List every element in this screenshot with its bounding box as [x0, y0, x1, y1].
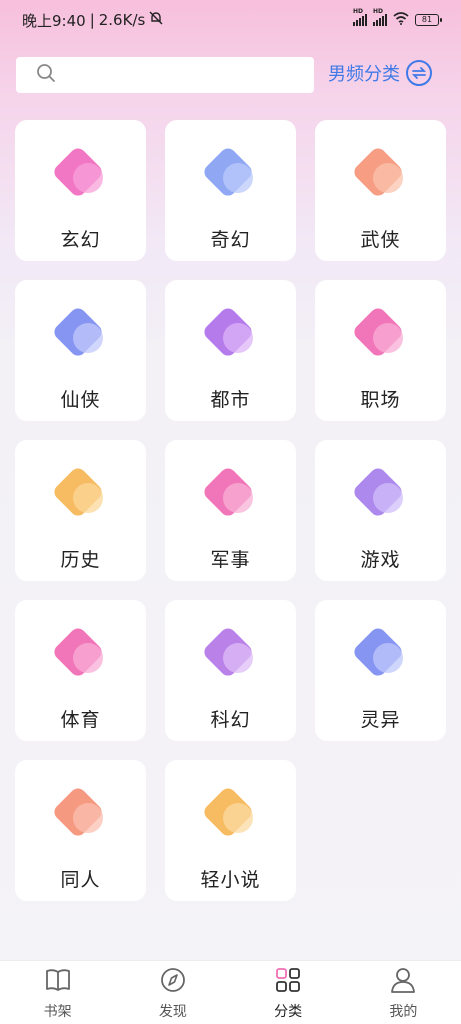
network-speed: 2.6K/s	[98, 11, 146, 29]
light-novel-icon	[200, 785, 261, 845]
category-card-youxi[interactable]: 游戏	[315, 440, 446, 581]
bottom-tab-bar: 书架 发现 分类 我的	[0, 960, 461, 1024]
battery-icon: 81	[415, 14, 442, 26]
category-card-tongren[interactable]: 同人	[15, 760, 146, 901]
tab-discover[interactable]: 发现	[115, 961, 230, 1024]
status-bar: 晚上9:40 | 2.6K/s HD HD 81	[0, 0, 461, 40]
tab-category[interactable]: 分类	[231, 961, 346, 1024]
category-label: 科幻	[210, 709, 251, 731]
category-card-wuxia[interactable]: 武侠	[315, 120, 446, 261]
category-card-dushi[interactable]: 都市	[165, 280, 296, 421]
sports-icon	[50, 625, 111, 685]
tab-label: 书架	[43, 1004, 72, 1020]
tab-label: 发现	[158, 1004, 187, 1020]
workplace-icon	[350, 305, 411, 365]
scifi-planet-icon	[200, 625, 261, 685]
history-flag-icon	[50, 465, 111, 525]
martial-arts-icon	[350, 145, 411, 205]
category-card-xuanhuan[interactable]: 玄幻	[15, 120, 146, 261]
category-label: 玄幻	[60, 229, 101, 251]
status-right: HD HD 81	[353, 8, 442, 29]
magic-ball-icon	[200, 145, 261, 205]
category-card-lishi[interactable]: 历史	[15, 440, 146, 581]
category-card-kehuan[interactable]: 科幻	[165, 600, 296, 741]
status-time: 晚上9:40	[22, 11, 86, 30]
category-card-junshi[interactable]: 军事	[165, 440, 296, 581]
wifi-icon	[393, 11, 409, 29]
signal-icon-2: HD	[373, 8, 387, 26]
search-input[interactable]	[66, 67, 296, 83]
bookshelf-icon	[44, 967, 72, 997]
tab-bookshelf[interactable]: 书架	[0, 961, 115, 1024]
signal-icon: HD	[353, 8, 367, 26]
status-left: 晚上9:40 | 2.6K/s	[22, 10, 163, 31]
fantasy-icon	[50, 145, 111, 205]
category-card-lingyi[interactable]: 灵异	[315, 600, 446, 741]
category-card-zhichang[interactable]: 职场	[315, 280, 446, 421]
tab-profile[interactable]: 我的	[346, 961, 461, 1024]
status-divider: |	[89, 11, 95, 29]
ghost-icon	[350, 625, 411, 685]
category-label: 军事	[210, 549, 251, 571]
category-label: 轻小说	[200, 869, 261, 891]
category-label: 职场	[360, 389, 401, 411]
category-switch-button[interactable]: 男频分类	[328, 60, 432, 86]
tab-label: 我的	[389, 1004, 418, 1020]
category-label: 同人	[60, 869, 101, 891]
category-card-xianxia[interactable]: 仙侠	[15, 280, 146, 421]
military-icon	[200, 465, 261, 525]
profile-icon	[389, 967, 417, 997]
category-card-qingxiaoshuo[interactable]: 轻小说	[165, 760, 296, 901]
category-label: 游戏	[360, 549, 401, 571]
fan-fiction-icon	[50, 785, 111, 845]
signal-hd-label-2: HD	[373, 8, 384, 15]
gamepad-icon	[350, 465, 411, 525]
search-box[interactable]	[16, 57, 314, 93]
signal-hd-label: HD	[353, 8, 364, 15]
category-label: 历史	[60, 549, 101, 571]
category-label: 奇幻	[210, 229, 251, 251]
city-icon	[200, 305, 261, 365]
xianxia-icon	[50, 305, 111, 365]
category-label: 都市	[210, 389, 251, 411]
category-card-tiyu[interactable]: 体育	[15, 600, 146, 741]
category-label: 体育	[60, 709, 101, 731]
category-label: 灵异	[360, 709, 401, 731]
compass-icon	[159, 967, 187, 997]
mute-bell-icon	[149, 11, 163, 29]
category-label: 仙侠	[60, 389, 101, 411]
search-row: 男频分类	[16, 57, 446, 95]
category-switch-label: 男频分类	[328, 64, 400, 85]
tab-label: 分类	[274, 1004, 303, 1020]
category-grid-icon	[274, 967, 302, 997]
swap-icon	[406, 60, 432, 86]
search-icon	[36, 63, 56, 87]
category-card-qihuan[interactable]: 奇幻	[165, 120, 296, 261]
category-label: 武侠	[360, 229, 401, 251]
